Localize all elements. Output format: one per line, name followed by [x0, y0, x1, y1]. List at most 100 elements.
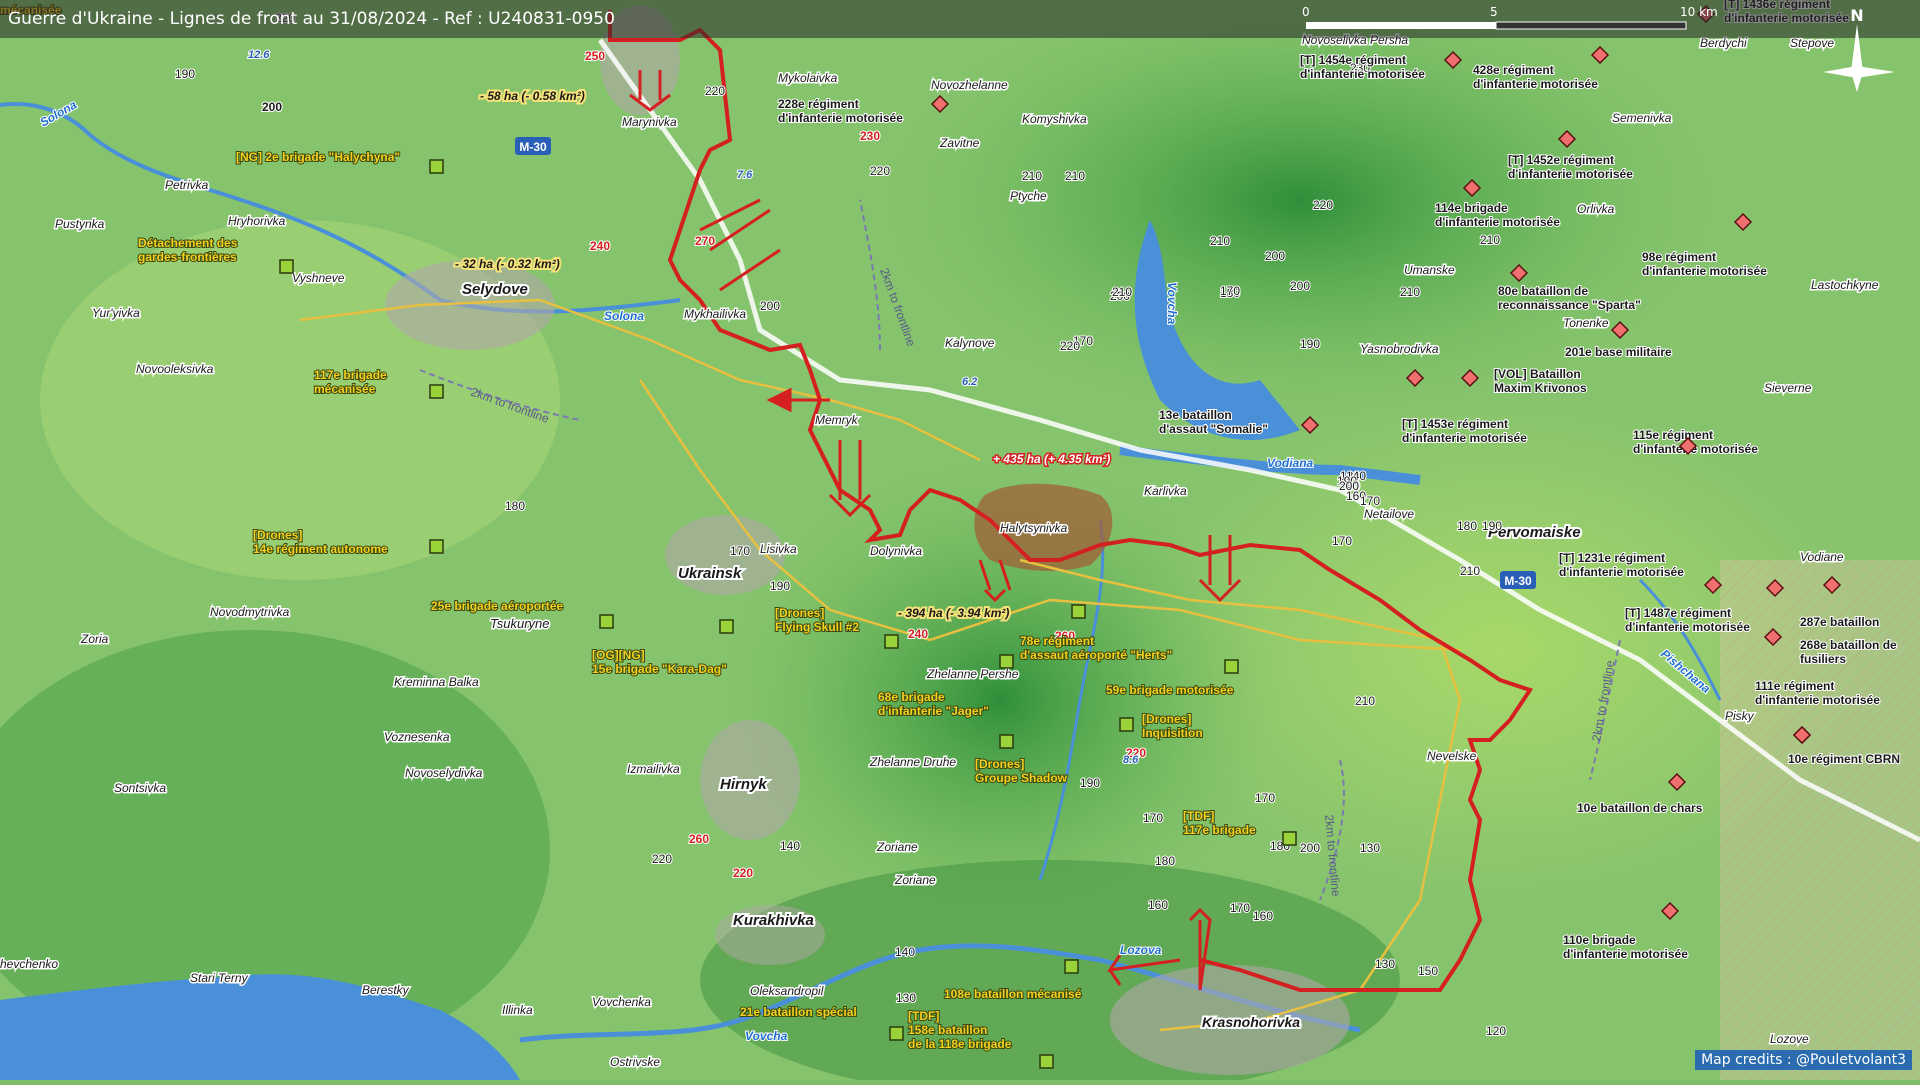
water-label: Vovcha	[745, 1029, 788, 1043]
ua-unit-marker[interactable]	[890, 1027, 903, 1040]
compass-needle-ns	[1851, 24, 1863, 92]
elevation-label: 160	[1148, 898, 1168, 912]
elevation-label: 130	[896, 991, 916, 1005]
map-credits[interactable]: Map credits : @Pouletvolant3	[1695, 1050, 1912, 1070]
ru-unit-label: d'infanterie motorisée	[1402, 431, 1527, 445]
map-view[interactable]: SelydoveUkrainskHirnykKurakhivkaKrasnoho…	[0, 0, 1920, 1080]
ru-unit-label: fusiliers	[1800, 652, 1846, 666]
ua-unit-label: d'infanterie "Jager"	[878, 704, 989, 718]
ua-unit-marker[interactable]	[280, 260, 293, 273]
ru-unit-label: d'infanterie motorisée	[1559, 565, 1684, 579]
ua-unit-label: de la 118e brigade	[908, 1037, 1012, 1051]
ua-unit-marker[interactable]	[720, 620, 733, 633]
ua-unit-label: d'assaut aéroporté "Herts"	[1020, 648, 1172, 662]
ua-unit-label: 21e bataillon spécial	[740, 1005, 857, 1019]
town-label: Ostrivske	[610, 1055, 660, 1069]
elevation-label: 200	[760, 299, 780, 313]
town-label: Zoriane	[876, 840, 918, 854]
ua-unit-label: [TDF]	[1183, 809, 1214, 823]
elevation-label: 240	[590, 239, 610, 253]
elevation-label: 200	[1290, 279, 1310, 293]
town-label: Kreminna Balka	[394, 675, 479, 689]
road-number: 7.6	[737, 169, 753, 181]
town-label: Zoriane	[894, 873, 936, 887]
ua-unit-marker[interactable]	[1065, 960, 1078, 973]
elevation-label: 230	[860, 129, 880, 143]
ua-unit-marker[interactable]	[1120, 718, 1133, 731]
ua-unit-marker[interactable]	[1040, 1055, 1053, 1068]
water-label: Vodiana	[1267, 456, 1314, 470]
elevation-label: 170	[1332, 534, 1352, 548]
town-label: Berdychi	[1700, 36, 1747, 50]
compass-rose: N	[1815, 2, 1905, 102]
elevation-label: 190	[1482, 519, 1502, 533]
ru-unit-label: 111e régiment	[1755, 679, 1834, 693]
ru-unit-label: [T] 1454e régiment	[1300, 53, 1406, 67]
town-label: Ukrainsk	[678, 565, 742, 582]
ru-unit-label: d'infanterie motorisée	[1755, 693, 1880, 707]
town-label: Oleksandropil	[750, 984, 824, 998]
elevation-label: 210	[1480, 233, 1500, 247]
area-change-label: - 58 ha (- 0.58 km²)	[480, 89, 585, 103]
road-shield-label: M-30	[1504, 574, 1532, 588]
town-label: Orlivka	[1577, 202, 1615, 216]
elevation-label: 250	[585, 49, 605, 63]
ua-unit-label: 68e brigade	[878, 690, 945, 704]
town-label: Semenivka	[1612, 111, 1672, 125]
ru-unit-label: d'infanterie motorisée	[1300, 67, 1425, 81]
elevation-label: 210	[1460, 564, 1480, 578]
town-label: Kalynove	[945, 336, 995, 350]
ua-unit-marker[interactable]	[1072, 605, 1085, 618]
town-label: Zavitne	[939, 136, 980, 150]
town-label: Illinka	[502, 1003, 533, 1017]
ua-unit-label: Détachement des	[138, 236, 238, 250]
ua-unit-marker[interactable]	[1000, 735, 1013, 748]
ua-unit-label: Flying Skull #2	[775, 620, 859, 634]
ua-unit-label: [Drones]	[975, 757, 1024, 771]
title-bar: Guerre d'Ukraine - Lignes de front au 31…	[0, 0, 1920, 38]
town-label: Mykolaivka	[778, 71, 838, 85]
ru-unit-label: 428e régiment	[1473, 63, 1554, 77]
ua-unit-label: [TDF]	[908, 1009, 939, 1023]
town-label: Novodmytrivka	[210, 605, 290, 619]
ua-unit-marker[interactable]	[885, 635, 898, 648]
town-label: Krasnohorivka	[1202, 1014, 1300, 1030]
ua-unit-label: 59e brigade motorisée	[1106, 683, 1234, 697]
ua-unit-label: Inquisition	[1142, 726, 1203, 740]
water-label: Lozova	[1120, 943, 1162, 957]
ru-unit-label: [T] 1452e régiment	[1508, 153, 1614, 167]
town-label: Marynivka	[622, 115, 677, 129]
elevation-label: 220	[1060, 339, 1080, 353]
ua-unit-label: 14e régiment autonome	[253, 542, 388, 556]
town-label: Umanske	[1404, 263, 1455, 277]
ru-unit-label: d'infanterie motorisée	[1473, 77, 1598, 91]
ua-unit-marker[interactable]	[1000, 655, 1013, 668]
town-label: Berestky	[362, 983, 410, 997]
ru-unit-label: 110e brigade	[1563, 933, 1636, 947]
elevation-label: 160	[1253, 909, 1273, 923]
elevation-label: 190	[770, 579, 790, 593]
town-label: Pustynka	[55, 217, 105, 231]
scale-bar: 0 5 10 km	[1300, 0, 1760, 38]
ua-unit-marker[interactable]	[430, 540, 443, 553]
map-canvas[interactable]: SelydoveUkrainskHirnykKurakhivkaKrasnoho…	[0, 0, 1920, 1080]
elevation-label: 260	[689, 832, 709, 846]
ua-unit-marker[interactable]	[430, 385, 443, 398]
scale-segment-1	[1306, 22, 1496, 29]
town-label: Zoria	[80, 632, 109, 646]
ua-unit-marker[interactable]	[430, 160, 443, 173]
area-change-label: + 435 ha (+ 4.35 km²)	[993, 452, 1110, 466]
elevation-label: 120	[1486, 1024, 1506, 1038]
area-change-label: - 32 ha (- 0.32 km²)	[455, 257, 560, 271]
scale-tick-5: 5	[1490, 5, 1498, 19]
elevation-label: 170	[730, 544, 750, 558]
town-label: Hryhorivka	[228, 214, 286, 228]
ua-unit-marker[interactable]	[1283, 832, 1296, 845]
elevation-label: 200	[262, 100, 282, 114]
ru-unit-label: d'infanterie motorisée	[1508, 167, 1633, 181]
ua-unit-label: [Drones]	[1142, 712, 1191, 726]
ua-unit-marker[interactable]	[1225, 660, 1238, 673]
ru-unit-label: d'infanterie motorisée	[1642, 264, 1767, 278]
ua-unit-label: mécanisée	[314, 382, 376, 396]
ua-unit-marker[interactable]	[600, 615, 613, 628]
